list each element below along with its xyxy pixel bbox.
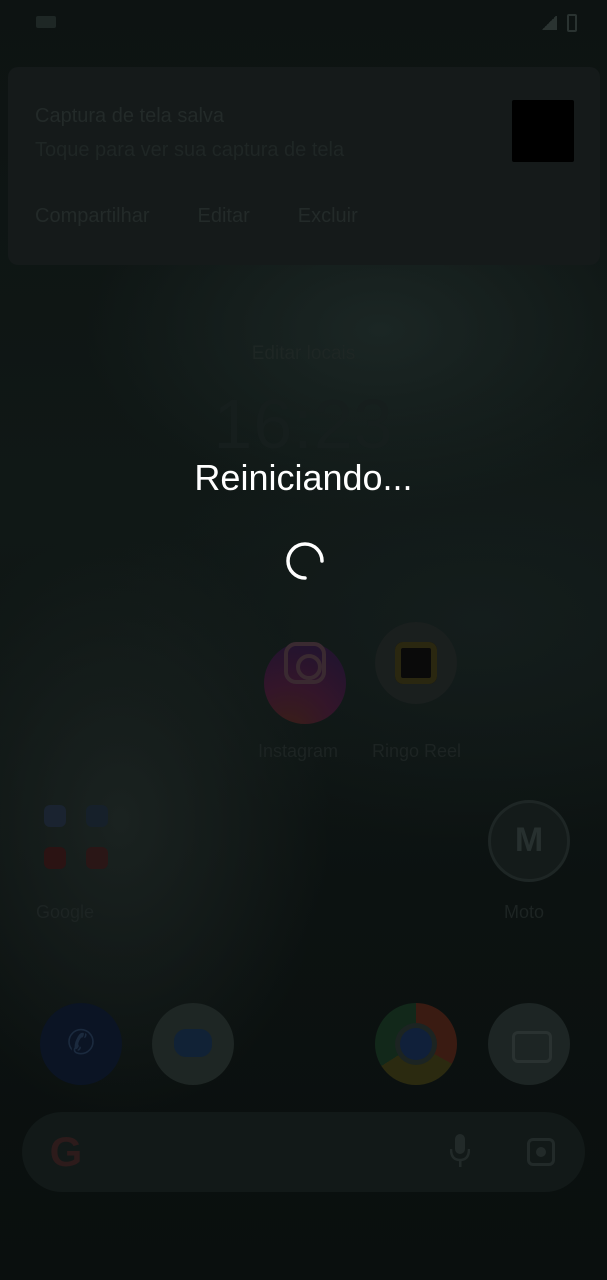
app-label-moto: Moto bbox=[504, 902, 545, 922]
app-label-instagram: Instagram bbox=[258, 741, 339, 761]
restart-screen: Captura de tela salva Toque para ver sua… bbox=[0, 0, 607, 1280]
signal-icon bbox=[541, 16, 557, 30]
notification-actions: Compartilhar Editar Excluir bbox=[35, 205, 358, 228]
lens-icon[interactable] bbox=[527, 1138, 555, 1166]
app-instagram[interactable] bbox=[255, 622, 355, 724]
notification-subtitle: Toque para ver sua captura de tela bbox=[35, 139, 345, 161]
restarting-message: Reiniciando... bbox=[194, 457, 413, 498]
status-bar bbox=[0, 0, 607, 48]
app-label-reel: Ringo Reel bbox=[372, 741, 462, 761]
google-mini-icon bbox=[44, 805, 66, 827]
share-action[interactable]: Compartilhar bbox=[35, 205, 149, 228]
app-label-google: Google bbox=[36, 902, 95, 922]
phone-icon[interactable] bbox=[40, 1003, 122, 1085]
screenshot-notification[interactable]: Captura de tela salva Toque para ver sua… bbox=[8, 67, 600, 265]
battery-icon bbox=[567, 14, 577, 32]
camera-icon[interactable] bbox=[488, 1003, 570, 1085]
phone-mini-icon bbox=[86, 805, 108, 827]
gmail-mini-icon bbox=[86, 847, 108, 869]
edit-locations-link[interactable]: Editar locais bbox=[0, 343, 607, 365]
screenshot-thumbnail[interactable] bbox=[512, 100, 574, 162]
clock-time[interactable]: 16:23 bbox=[0, 384, 607, 464]
messages-icon[interactable] bbox=[152, 1003, 234, 1085]
google-search-bar[interactable]: G bbox=[22, 1112, 585, 1192]
app-moto[interactable] bbox=[486, 800, 572, 882]
loading-spinner-icon bbox=[286, 542, 324, 580]
youtube-mini-icon bbox=[44, 847, 66, 869]
delete-action[interactable]: Excluir bbox=[298, 205, 358, 228]
edit-action[interactable]: Editar bbox=[197, 205, 249, 228]
instagram-icon bbox=[264, 642, 346, 724]
notification-title: Captura de tela salva bbox=[35, 105, 225, 127]
app-reel[interactable] bbox=[373, 622, 459, 704]
reel-app-icon bbox=[375, 622, 457, 704]
mic-icon[interactable] bbox=[450, 1134, 470, 1168]
status-icons bbox=[541, 14, 577, 32]
moto-icon bbox=[488, 800, 570, 882]
chrome-icon[interactable] bbox=[375, 1003, 457, 1085]
google-folder[interactable] bbox=[34, 795, 124, 885]
notification-icon bbox=[36, 16, 56, 28]
google-g-icon: G bbox=[49, 1128, 83, 1175]
